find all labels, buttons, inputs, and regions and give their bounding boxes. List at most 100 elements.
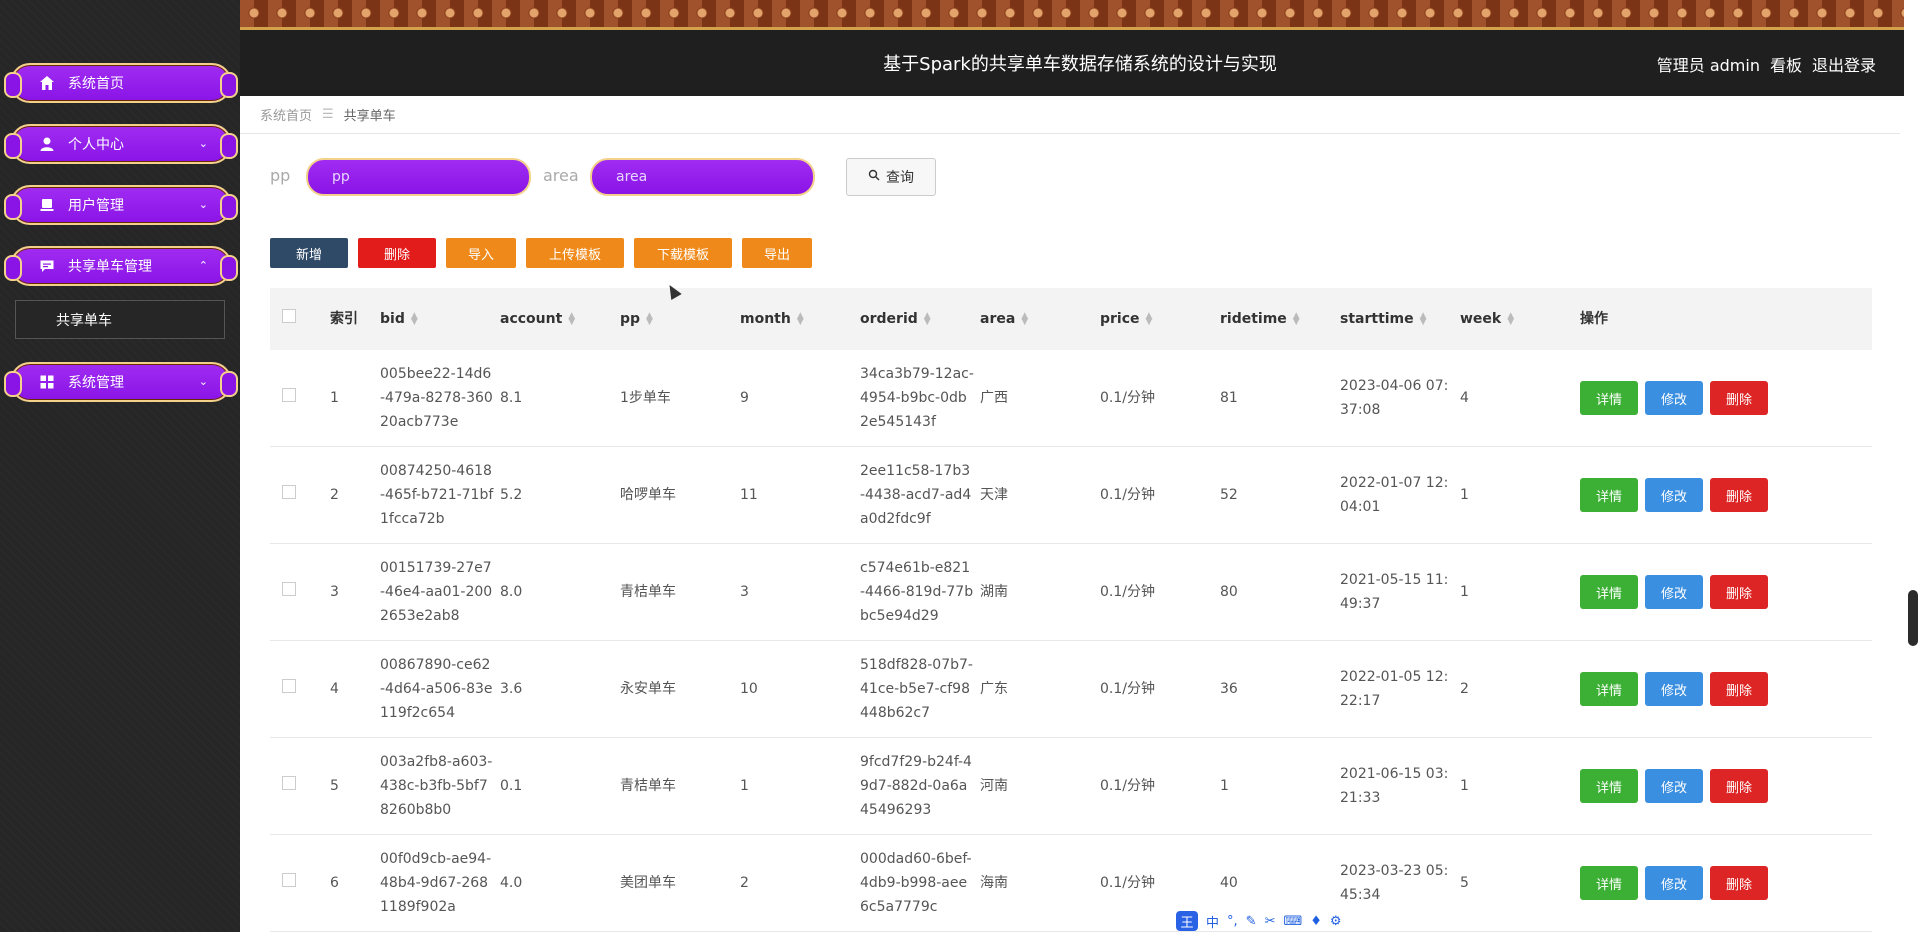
row-checkbox[interactable] (282, 679, 296, 693)
detail-button[interactable]: 详情 (1580, 866, 1638, 900)
row-checkbox[interactable] (282, 485, 296, 499)
person-icon (38, 135, 56, 153)
row-delete-button[interactable]: 删除 (1710, 866, 1768, 900)
header-starttime[interactable]: starttime ▲ ▼ (1340, 307, 1460, 331)
pp-search-input[interactable] (306, 158, 531, 196)
cell-area: 海南 (980, 875, 1008, 891)
cell-index: 4 (330, 681, 339, 697)
edit-button[interactable]: 修改 (1645, 575, 1703, 609)
decorative-top-band (240, 0, 1920, 30)
table-row: 2 00874250-4618-465f-b721-71bf1fcca72b 5.2… (270, 447, 1872, 544)
cell-month: 9 (740, 390, 749, 406)
chevron-down-icon: ⌄ (198, 375, 208, 388)
table-row: 3 00151739-27e7-46e4-aa01-2002653e2ab8 8.0… (270, 544, 1872, 641)
header-bid[interactable]: bid ▲ ▼ (380, 307, 500, 331)
select-all-checkbox[interactable] (282, 309, 296, 323)
logout-link[interactable]: 退出登录 (1812, 52, 1876, 76)
cell-month: 1 (740, 778, 749, 794)
breadcrumb-home[interactable]: 系统首页 (260, 105, 312, 124)
header-orderid[interactable]: orderid ▲ ▼ (860, 307, 980, 331)
cell-account: 5.2 (500, 487, 523, 503)
ime-punct-toggle[interactable]: °, (1227, 914, 1238, 929)
export-button[interactable]: 导出 (742, 238, 812, 268)
sidebar-item-user-manage[interactable]: 用户管理 ⌄ (4, 185, 238, 225)
detail-button[interactable]: 详情 (1580, 672, 1638, 706)
sidebar-item-system[interactable]: 系统管理 ⌄ (4, 362, 238, 402)
area-search-input[interactable] (590, 158, 815, 196)
header-pp[interactable]: pp ▲ ▼ (620, 307, 740, 331)
row-checkbox[interactable] (282, 388, 296, 402)
cell-account: 8.1 (500, 390, 523, 406)
row-delete-button[interactable]: 删除 (1710, 575, 1768, 609)
header-week[interactable]: week ▲ ▼ (1460, 307, 1580, 331)
ime-logo[interactable]: 王 (1176, 911, 1198, 931)
scrollbar-thumb[interactable] (1908, 590, 1918, 646)
header-account[interactable]: account ▲ ▼ (500, 307, 620, 331)
sidebar-item-personal[interactable]: 个人中心 ⌄ (4, 124, 238, 164)
detail-button[interactable]: 详情 (1580, 381, 1638, 415)
sidebar-subitem-shared-bike[interactable]: 共享单车 (15, 300, 225, 339)
sidebar-item-label: 系统管理 (68, 375, 124, 391)
cell-area: 河南 (980, 778, 1008, 794)
row-checkbox[interactable] (282, 582, 296, 596)
row-delete-button[interactable]: 删除 (1710, 478, 1768, 512)
cell-price: 0.1/分钟 (1100, 778, 1155, 794)
chevron-down-icon: ⌄ (198, 198, 208, 211)
cell-month: 11 (740, 487, 758, 503)
cell-index: 5 (330, 778, 339, 794)
download-template-button[interactable]: 下载模板 (634, 238, 732, 268)
cell-account: 8.0 (500, 584, 523, 600)
row-delete-button[interactable]: 删除 (1710, 769, 1768, 803)
pen-icon[interactable]: ✎ (1246, 914, 1257, 929)
chevron-up-icon: ⌃ (198, 259, 208, 272)
scrollbar-track[interactable] (1904, 0, 1920, 932)
detail-button[interactable]: 详情 (1580, 575, 1638, 609)
sidebar-item-bike-manage[interactable]: 共享单车管理 ⌃ (4, 246, 238, 286)
edit-button[interactable]: 修改 (1645, 478, 1703, 512)
sidebar-subitem-label: 共享单车 (56, 312, 112, 329)
detail-button[interactable]: 详情 (1580, 769, 1638, 803)
cell-starttime: 2023-03-23 05:45:34 (1340, 863, 1449, 903)
settings-gear-icon[interactable]: ⚙ (1330, 914, 1342, 929)
cell-starttime: 2021-06-15 03:21:33 (1340, 766, 1449, 806)
header-ridetime[interactable]: ridetime ▲ ▼ (1220, 307, 1340, 331)
header-price[interactable]: price ▲ ▼ (1100, 307, 1220, 331)
cell-month: 3 (740, 584, 749, 600)
delete-button[interactable]: 删除 (358, 238, 436, 268)
cell-account: 4.0 (500, 875, 523, 891)
sort-icon: ▲ ▼ (568, 311, 576, 327)
import-button[interactable]: 导入 (446, 238, 516, 268)
keyboard-icon[interactable]: ⌨ (1283, 914, 1302, 929)
cell-area: 广西 (980, 390, 1008, 406)
add-button[interactable]: 新增 (270, 238, 348, 268)
scissors-icon[interactable]: ✂ (1265, 914, 1276, 929)
edit-button[interactable]: 修改 (1645, 769, 1703, 803)
edit-button[interactable]: 修改 (1645, 672, 1703, 706)
row-checkbox[interactable] (282, 873, 296, 887)
row-actions: 详情 修改 删除 (1580, 478, 1780, 512)
sidebar-item-home[interactable]: 系统首页 (4, 63, 238, 103)
home-icon (38, 74, 56, 92)
dashboard-link[interactable]: 看板 (1770, 52, 1802, 76)
upload-template-button[interactable]: 上传模板 (526, 238, 624, 268)
header-area[interactable]: area ▲ ▼ (980, 307, 1100, 331)
cell-bid: 00f0d9cb-ae94-48b4-9d67-2681189f902a (380, 851, 492, 915)
cell-ridetime: 40 (1220, 875, 1238, 891)
cell-pp: 青桔单车 (620, 778, 676, 794)
ime-lang-toggle[interactable]: 中 (1206, 912, 1219, 931)
query-button[interactable]: 查询 (846, 158, 936, 196)
detail-button[interactable]: 详情 (1580, 478, 1638, 512)
cell-week: 2 (1460, 681, 1469, 697)
header-month[interactable]: month ▲ ▼ (740, 307, 860, 331)
edit-button[interactable]: 修改 (1645, 866, 1703, 900)
cell-price: 0.1/分钟 (1100, 681, 1155, 697)
cell-area: 天津 (980, 487, 1008, 503)
shirt-icon[interactable]: ♦ (1310, 914, 1322, 929)
edit-button[interactable]: 修改 (1645, 381, 1703, 415)
sidebar-item-label: 用户管理 (68, 198, 124, 214)
row-checkbox[interactable] (282, 776, 296, 790)
row-delete-button[interactable]: 删除 (1710, 381, 1768, 415)
row-delete-button[interactable]: 删除 (1710, 672, 1768, 706)
search-icon (868, 169, 880, 185)
area-label: area (543, 166, 579, 185)
